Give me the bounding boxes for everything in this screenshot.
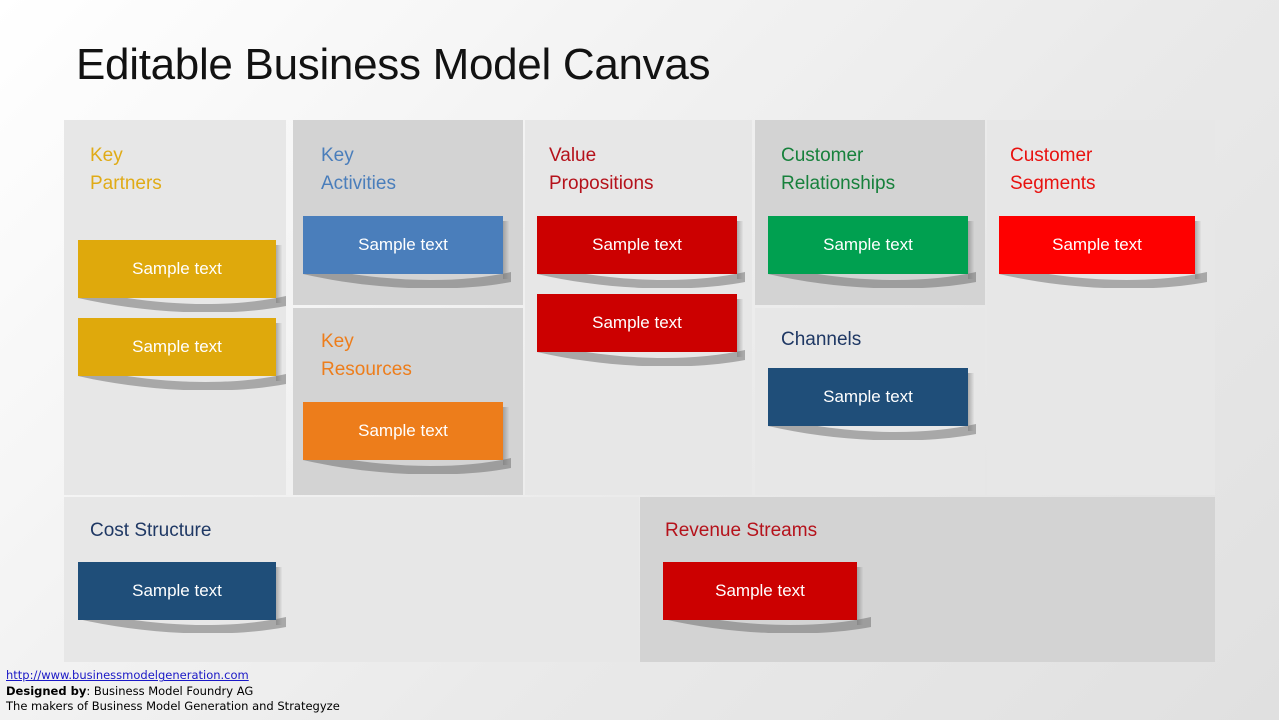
block-revenue-streams-heading: Revenue Streams [665,520,818,541]
note-key-activities-1[interactable]: Sample text [303,216,509,279]
block-value-propositions-heading: Value Propositions [549,145,654,195]
block-customer-segments[interactable]: Customer Segments [987,120,1215,495]
block-customer-relationships-heading: Customer Relationships [781,145,896,195]
note-key-resources-1[interactable]: Sample text [303,402,509,465]
block-key-resources-heading: Key Resources [321,331,412,381]
footer: http://www.businessmodelgeneration.com D… [6,668,340,714]
block-key-partners-heading: Key Partners [90,145,162,195]
note-cost-structure-1[interactable]: Sample text [78,562,282,625]
block-key-partners[interactable]: Key Partners [64,120,286,495]
block-channels-heading: Channels [781,329,862,350]
block-key-activities[interactable]: Key Activities [293,120,523,305]
note-channels-1[interactable]: Sample text [768,368,974,431]
slide-canvas: Editable Business Model Canvas Key Partn… [0,0,1279,720]
block-customer-segments-heading: Customer Segments [1010,145,1096,195]
footer-tagline: The makers of Business Model Generation … [6,698,340,713]
note-key-partners-2[interactable]: Sample text [78,318,282,381]
block-cost-structure-heading: Cost Structure [90,520,212,541]
designed-by-value: Business Model Foundry AG [93,683,254,698]
block-customer-relationships[interactable]: Customer Relationships [755,120,985,305]
designed-by-label: Designed by [6,683,87,698]
note-revenue-streams-1[interactable]: Sample text [663,562,863,625]
note-key-partners-1[interactable]: Sample text [78,240,282,303]
designed-by-separator: : [86,683,94,698]
block-key-activities-heading: Key Activities [321,145,396,195]
note-value-propositions-2[interactable]: Sample text [537,294,743,357]
page-title: Editable Business Model Canvas [76,40,711,89]
footer-designed-line: Designed by: Business Model Foundry AG [6,684,340,699]
footer-url-line[interactable]: http://www.businessmodelgeneration.com [6,668,340,683]
note-value-propositions-1[interactable]: Sample text [537,216,743,279]
note-customer-segments-1[interactable]: Sample text [999,216,1201,279]
source-url-link[interactable]: http://www.businessmodelgeneration.com [6,668,249,682]
note-customer-relationships-1[interactable]: Sample text [768,216,974,279]
